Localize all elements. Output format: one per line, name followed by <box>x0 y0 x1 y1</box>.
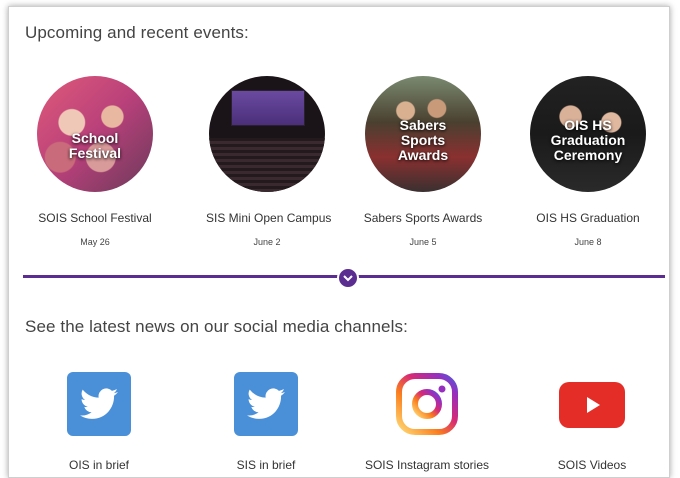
events-heading: Upcoming and recent events: <box>25 23 249 42</box>
social-link-youtube[interactable]: SOIS Videos <box>517 372 667 472</box>
auditorium-seats <box>209 138 325 192</box>
social-link-ois-twitter[interactable]: OIS in brief <box>24 372 174 472</box>
stage-screen <box>231 90 305 126</box>
event-title[interactable]: OIS HS Graduation <box>527 211 649 225</box>
twitter-icon[interactable] <box>234 372 298 436</box>
social-link-instagram[interactable]: SOIS Instagram stories <box>352 372 502 472</box>
event-title[interactable]: SIS Mini Open Campus <box>206 211 331 225</box>
event-overlay-text: Sabers Sports Awards <box>397 117 449 163</box>
chevron-down-icon <box>343 275 353 282</box>
event-image[interactable]: School Festival <box>37 76 153 192</box>
event-title[interactable]: SOIS School Festival <box>34 211 156 225</box>
event-card-hs-graduation[interactable]: OIS HS Graduation Ceremony OIS HS Graduati… <box>527 76 649 247</box>
page-frame: Upcoming and recent events: School Festiv… <box>8 6 670 478</box>
event-image[interactable]: Sabers Sports Awards <box>365 76 481 192</box>
event-date: May 26 <box>80 237 110 247</box>
event-image[interactable] <box>209 76 325 192</box>
youtube-icon[interactable] <box>559 382 625 428</box>
event-date: June 8 <box>574 237 602 247</box>
twitter-icon[interactable] <box>67 372 131 436</box>
event-date: June 2 <box>253 237 281 247</box>
scroll-down-button[interactable] <box>337 267 359 289</box>
social-link-sis-twitter[interactable]: SIS in brief <box>191 372 341 472</box>
event-card-mini-open-campus[interactable]: SIS Mini Open Campus June 2 <box>206 76 331 247</box>
event-date: June 5 <box>409 237 437 247</box>
instagram-icon[interactable] <box>395 372 459 436</box>
event-overlay-text: OIS HS Graduation Ceremony <box>550 117 626 163</box>
event-card-school-festival[interactable]: School Festival SOIS School Festival May … <box>34 76 156 247</box>
event-image[interactable]: OIS HS Graduation Ceremony <box>530 76 646 192</box>
event-title[interactable]: Sabers Sports Awards <box>362 211 484 225</box>
event-overlay-text: School Festival <box>68 130 122 161</box>
event-card-sports-awards[interactable]: Sabers Sports Awards Sabers Sports Awards … <box>362 76 484 247</box>
social-heading: See the latest news on our social media … <box>25 317 408 336</box>
